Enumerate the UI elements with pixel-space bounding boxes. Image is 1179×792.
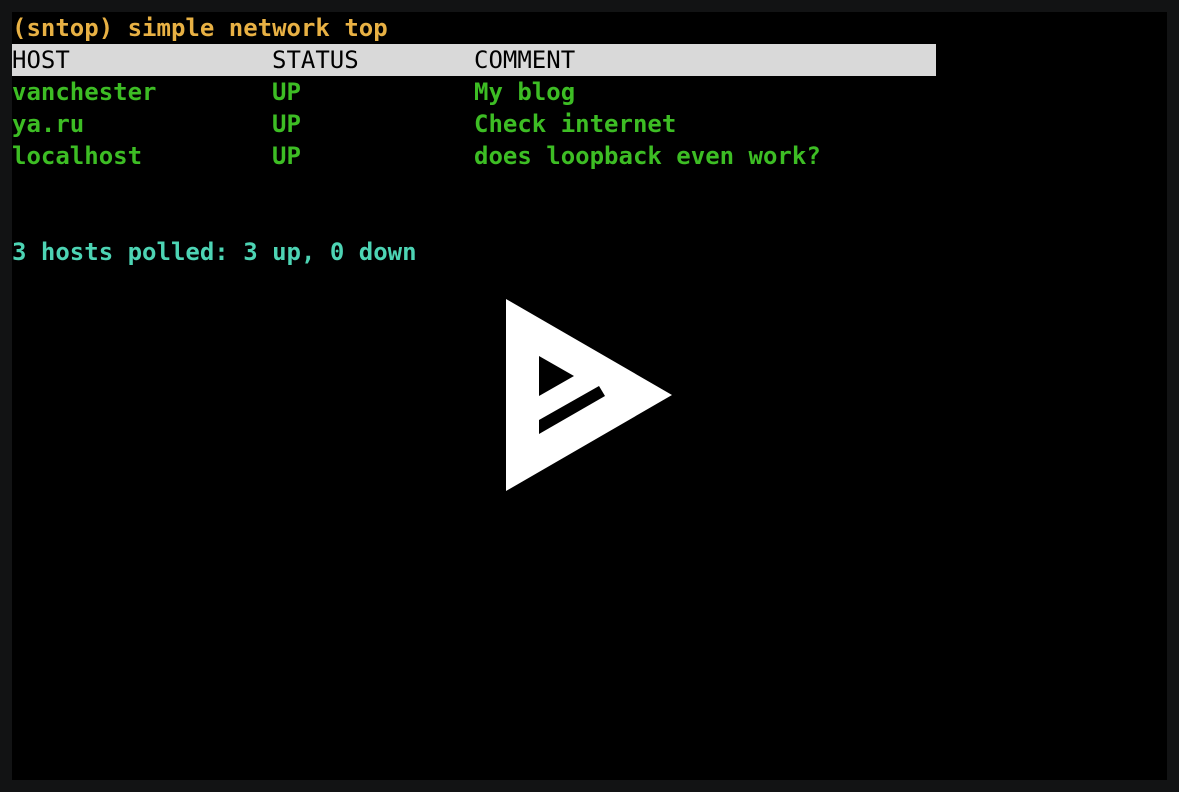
table-row: localhost UP does loopback even work? — [12, 140, 936, 172]
app-title: (sntop) simple network top — [12, 14, 388, 42]
host-cell: vanchester — [12, 78, 157, 106]
table-header: HOST STATUS COMMENT — [12, 44, 936, 76]
status-cell: UP — [272, 78, 301, 106]
poll-summary: 3 hosts polled: 3 up, 0 down — [12, 238, 417, 266]
comment-cell: does loopback even work? — [474, 142, 821, 170]
comment-cell: My blog — [474, 78, 576, 106]
host-cell: ya.ru — [12, 110, 85, 138]
status-cell: UP — [272, 142, 301, 170]
column-header-host: HOST — [12, 46, 70, 74]
host-cell: localhost — [12, 142, 143, 170]
terminal-screen: (sntop) simple network top HOST STATUS C… — [12, 12, 1167, 780]
comment-cell: Check internet — [474, 110, 677, 138]
column-header-status: STATUS — [272, 46, 359, 74]
play-button[interactable] — [506, 299, 674, 493]
table-row: vanchester UP My blog — [12, 76, 936, 108]
column-header-comment: COMMENT — [474, 46, 576, 74]
asciinema-play-icon[interactable] — [506, 299, 674, 493]
status-cell: UP — [272, 110, 301, 138]
table-row: ya.ru UP Check internet — [12, 108, 936, 140]
